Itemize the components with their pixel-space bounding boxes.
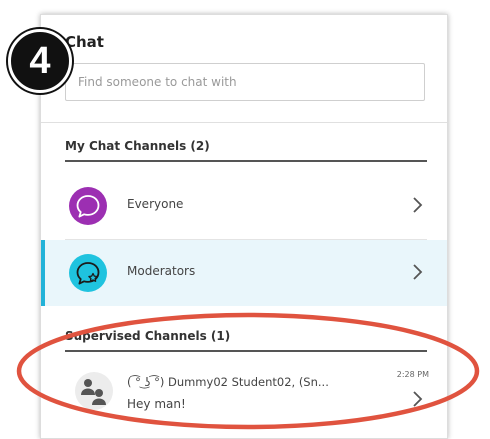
step-number-badge: 4: [8, 29, 72, 93]
section-rule: [65, 160, 427, 162]
chevron-right-icon: [413, 197, 423, 213]
highlight-ellipse: [16, 312, 480, 430]
channel-row-everyone[interactable]: Everyone: [41, 173, 447, 239]
panel-title: Chat: [65, 33, 104, 51]
channel-label: Everyone: [127, 197, 184, 211]
moderator-chat-icon: [69, 254, 107, 292]
channel-row-moderators[interactable]: Moderators: [41, 240, 447, 306]
channel-label: Moderators: [127, 264, 196, 278]
divider: [41, 122, 447, 123]
my-channels-heading: My Chat Channels (2): [65, 139, 210, 153]
chevron-right-icon: [413, 264, 423, 280]
search-input[interactable]: [65, 63, 425, 101]
chat-bubble-icon: [69, 187, 107, 225]
